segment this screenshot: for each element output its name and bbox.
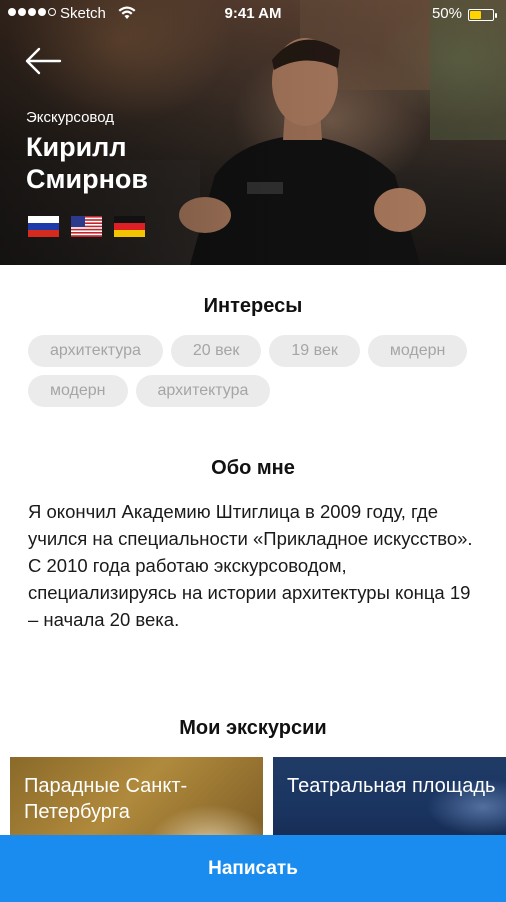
- tour-card-title: Театральная площадь: [287, 775, 496, 797]
- usa-flag-icon: [71, 216, 102, 237]
- interest-chip[interactable]: архитектура: [28, 335, 163, 367]
- interest-chip[interactable]: 19 век: [269, 335, 360, 367]
- battery-icon: [468, 9, 497, 21]
- language-flags: [28, 216, 145, 237]
- guide-name: Кирилл Смирнов: [26, 131, 226, 195]
- battery-level: [470, 11, 481, 19]
- about-text: Я окончил Академию Штиглица в 2009 году,…: [28, 501, 473, 630]
- write-message-button[interactable]: Написать: [0, 835, 506, 902]
- status-bar: Sketch 9:41 AM 50%: [0, 0, 506, 30]
- status-time: 9:41 AM: [224, 5, 282, 22]
- tour-card-title: Парадные Санкт-Петербурга: [24, 775, 188, 823]
- guide-last-name: Смирнов: [26, 164, 148, 194]
- interest-chip[interactable]: архитектура: [135, 375, 271, 407]
- interests-chips: архитектура 20 век 19 век модерн модерн …: [28, 335, 488, 407]
- interest-chip[interactable]: модерн: [367, 335, 468, 367]
- interests-title: Интересы: [203, 295, 303, 317]
- tours-title: Мои экскурсии: [179, 717, 327, 739]
- russia-flag-icon: [28, 216, 59, 237]
- battery-percentage: 50%: [431, 5, 462, 22]
- germany-flag-icon: [114, 216, 145, 237]
- interest-chip[interactable]: 20 век: [170, 335, 262, 367]
- guide-role: Экскурсовод: [26, 109, 114, 126]
- about-title: Обо мне: [211, 457, 295, 479]
- guide-first-name: Кирилл: [26, 132, 127, 162]
- interest-chip[interactable]: модерн: [28, 375, 128, 407]
- arrow-left-icon[interactable]: [24, 44, 64, 78]
